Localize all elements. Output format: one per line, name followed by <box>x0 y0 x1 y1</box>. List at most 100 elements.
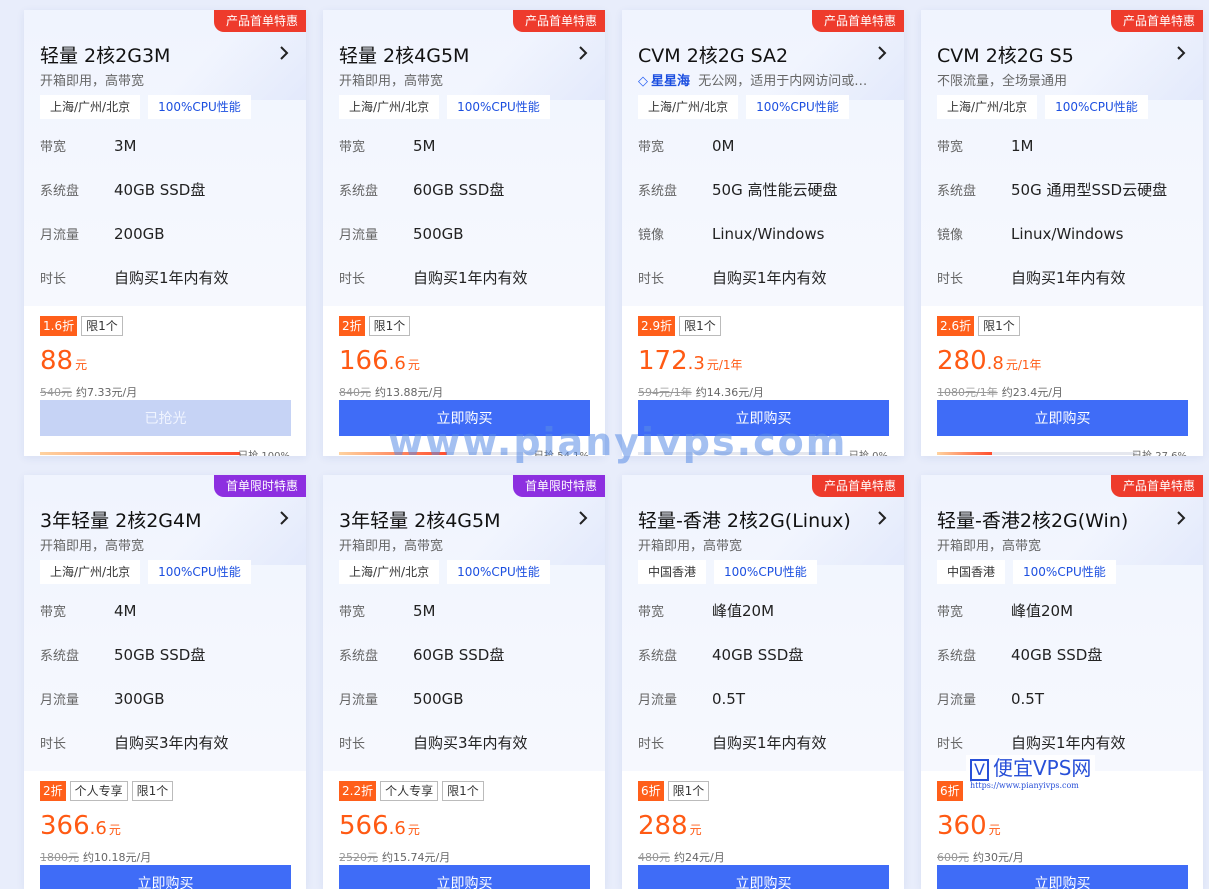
product-title[interactable]: CVM 2核2G SA2 <box>638 41 788 68</box>
chevron-right-icon[interactable] <box>577 509 589 527</box>
spec-value: 0M <box>712 137 735 155</box>
promo-ribbon: 产品首单特惠 <box>1110 10 1203 32</box>
chevron-right-icon[interactable] <box>278 509 290 527</box>
price-unit: 元 <box>108 823 121 837</box>
product-card[interactable]: 首单限时特惠 3年轻量 2核2G4M 开箱即用，高带宽 上海/广州/北京 100%CPU… <box>24 475 306 889</box>
discount-badge: 2.6折 <box>937 316 975 336</box>
price: 366.6 元 <box>40 811 121 841</box>
cpu-tag: 100%CPU性能 <box>447 95 550 119</box>
product-subtitle: 开箱即用，高带宽 <box>40 535 144 554</box>
spec-row: 系统盘 40GB SSD盘 <box>937 645 1102 665</box>
region-tags: 上海/广州/北京 100%CPU性能 <box>937 95 1148 119</box>
spec-row: 系统盘 50G 高性能云硬盘 <box>638 180 837 200</box>
region-tag: 上海/广州/北京 <box>339 95 440 119</box>
spec-row: 镜像 Linux/Windows <box>638 224 824 244</box>
discount-badge: 6折 <box>638 781 664 801</box>
spec-label: 带宽 <box>339 140 366 155</box>
spec-label: 月流量 <box>638 693 678 708</box>
buy-now-button[interactable]: 立即购买 <box>40 865 291 889</box>
spec-value: 自购买1年内有效 <box>413 269 528 287</box>
spec-row: 带宽 3M <box>40 136 137 156</box>
cpu-tag: 100%CPU性能 <box>714 560 817 584</box>
spec-row: 带宽 0M <box>638 136 735 156</box>
price: 166.6 元 <box>339 346 420 376</box>
spec-value: 200GB <box>114 225 165 243</box>
region-tag: 中国香港 <box>937 560 1006 584</box>
logo-name: 便宜VPS网 <box>992 756 1092 780</box>
chevron-right-icon[interactable] <box>577 44 589 62</box>
product-title[interactable]: 轻量-香港2核2G(Win) <box>937 506 1128 533</box>
price-integer: 566 <box>339 811 389 841</box>
spec-value: 40GB SSD盘 <box>114 181 206 199</box>
product-title[interactable]: 3年轻量 2核2G4M <box>40 506 202 533</box>
promo-ribbon: 产品首单特惠 <box>811 475 904 497</box>
discount-badges: 2.2折 个人专享 限1个 <box>339 781 484 801</box>
spec-row: 月流量 500GB <box>339 689 464 709</box>
chevron-right-icon[interactable] <box>1175 44 1187 62</box>
region-tag: 中国香港 <box>638 560 707 584</box>
spec-label: 时长 <box>40 737 67 752</box>
product-card[interactable]: 产品首单特惠轻量-香港 2核2G(Linux) 开箱即用，高带宽中国香港 100%C… <box>622 475 904 889</box>
spec-row: 带宽 5M <box>339 601 436 621</box>
price-unit: 元 <box>689 823 702 837</box>
product-title[interactable]: 轻量 2核2G3M <box>40 41 170 68</box>
sold-out-button: 已抢光 <box>40 400 291 436</box>
cpu-tag: 100%CPU性能 <box>1045 95 1148 119</box>
original-price-value: 1800元 <box>40 851 79 864</box>
spec-label: 时长 <box>638 272 665 287</box>
spec-row: 带宽 4M <box>40 601 137 621</box>
spec-row: 时长 自购买1年内有效 <box>937 733 1126 753</box>
price-decimal: .6 <box>388 353 406 374</box>
chevron-right-icon[interactable] <box>876 509 888 527</box>
product-card[interactable]: 产品首单特惠 轻量 2核2G3M 开箱即用，高带宽 上海/广州/北京 100%CPU性能… <box>24 10 306 456</box>
buy-now-button[interactable]: 立即购买 <box>638 865 889 889</box>
price-decimal: .6 <box>388 818 406 839</box>
product-subtitle: 开箱即用，高带宽 <box>937 535 1041 554</box>
original-price-value: 600元 <box>937 851 969 864</box>
chevron-right-icon[interactable] <box>876 44 888 62</box>
buy-now-button[interactable]: 立即购买 <box>937 865 1188 889</box>
watermark-text: www.pianyivps.com <box>388 420 848 464</box>
original-price-value: 1080元/1年 <box>937 386 998 399</box>
spec-value: 1M <box>1011 137 1034 155</box>
product-card[interactable]: 产品首单特惠 轻量-香港2核2G(Win) 开箱即用，高带宽 中国香港 100%CPU性… <box>921 475 1203 889</box>
spec-value: 自购买3年内有效 <box>413 734 528 752</box>
buy-now-button[interactable]: 立即购买 <box>339 865 590 889</box>
promo-ribbon: 首单限时特惠 <box>213 475 306 497</box>
price-decimal: .6 <box>89 818 107 839</box>
buy-now-button[interactable]: 立即购买 <box>937 400 1188 436</box>
product-subtitle: 开箱即用，高带宽 <box>638 535 742 554</box>
price: 88 元 <box>40 346 87 376</box>
price-integer: 366 <box>40 811 90 841</box>
region-tag: 上海/广州/北京 <box>937 95 1038 119</box>
price-integer: 88 <box>40 346 74 376</box>
spec-label: 带宽 <box>339 605 366 620</box>
discount-badges: 1.6折 限1个 <box>40 316 123 336</box>
sales-progress-label: 已抢 100% <box>238 447 290 456</box>
discount-badge: 6折 <box>937 781 963 801</box>
product-card[interactable]: 产品首单特惠 轻量 2核4G5M 开箱即用，高带宽 上海/广州/北京 100%CPU性能… <box>323 10 605 456</box>
promo-ribbon: 首单限时特惠 <box>512 475 605 497</box>
original-price-value: 480元 <box>638 851 670 864</box>
spec-label: 系统盘 <box>937 649 977 664</box>
spec-label: 月流量 <box>339 228 379 243</box>
chevron-right-icon[interactable] <box>1175 509 1187 527</box>
spec-value: 50G 高性能云硬盘 <box>712 181 838 199</box>
product-card[interactable]: 产品首单特惠 CVM 2核2G SA2 ◇ 星星海 无公网，适用于内网访问或… 上海/广… <box>622 10 904 456</box>
product-title[interactable]: CVM 2核2G S5 <box>937 41 1074 68</box>
product-title[interactable]: 3年轻量 2核4G5M <box>339 506 501 533</box>
discount-badges: 6折 限1个 <box>638 781 710 801</box>
product-title[interactable]: 轻量-香港 2核2G(Linux) <box>638 506 851 533</box>
product-card[interactable]: 首单限时特惠 3年轻量 2核4G5M 开箱即用，高带宽 上海/广州/北京 100%CPU… <box>323 475 605 889</box>
chevron-right-icon[interactable] <box>278 44 290 62</box>
spec-row: 时长 自购买3年内有效 <box>40 733 229 753</box>
spec-value: 50GB SSD盘 <box>114 646 206 664</box>
spec-row: 带宽 5M <box>339 136 436 156</box>
product-card[interactable]: 产品首单特惠 CVM 2核2G S5 不限流量，全场景通用 上海/广州/北京 100%C… <box>921 10 1203 456</box>
original-price: 594元/1年 约14.36元/月 <box>638 384 764 400</box>
sales-progress-label: 已抢 27.6% <box>1132 447 1187 456</box>
original-price: 540元 约7.33元/月 <box>40 384 137 400</box>
product-title[interactable]: 轻量 2核4G5M <box>339 41 469 68</box>
product-subtitle: ◇ 星星海 无公网，适用于内网访问或… <box>638 70 867 89</box>
discount-badges: 2折 个人专享 限1个 <box>40 781 174 801</box>
